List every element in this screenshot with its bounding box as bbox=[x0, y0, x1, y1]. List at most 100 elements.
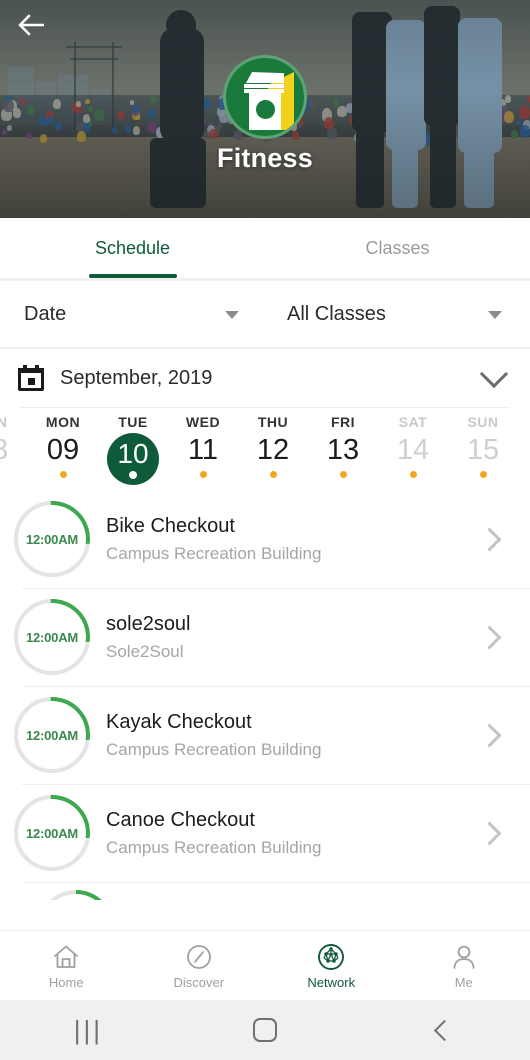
app-root: {} bbox=[0, 0, 530, 1060]
chevron-down-icon bbox=[479, 359, 509, 389]
home-square-icon bbox=[253, 1018, 277, 1042]
list-item[interactable]: 12:00AM sole2soul Sole2Soul bbox=[0, 588, 530, 686]
logo-hole bbox=[256, 100, 275, 119]
tab-bar: Schedule Classes bbox=[0, 218, 530, 278]
filter-classes[interactable]: All Classes bbox=[267, 281, 530, 347]
day-cell-09[interactable]: MON 09 bbox=[28, 414, 98, 478]
filter-date[interactable]: Date bbox=[0, 281, 267, 347]
day-event-dot bbox=[409, 471, 417, 478]
day-cell-15[interactable]: SUN 15 bbox=[448, 414, 518, 478]
month-selector[interactable]: September, 2019 bbox=[0, 349, 530, 407]
nav-item-me[interactable]: Me bbox=[398, 931, 530, 1000]
item-location: Campus Recreation Building bbox=[106, 543, 322, 563]
chevron-down-icon bbox=[488, 311, 502, 319]
back-chevron-icon bbox=[433, 1019, 455, 1041]
item-text: sole2soul Sole2Soul bbox=[106, 613, 481, 662]
app-logo-icon bbox=[223, 55, 307, 139]
day-event-dot bbox=[129, 470, 137, 479]
time-ring: 12:00AM bbox=[14, 599, 90, 675]
day-of-week: SAT bbox=[398, 414, 428, 430]
nav-label: Discover bbox=[173, 974, 225, 990]
day-of-week: SUN bbox=[467, 414, 499, 430]
tab-schedule-label: Schedule bbox=[94, 237, 171, 258]
day-number: 14 bbox=[396, 434, 430, 466]
day-cell-14[interactable]: SAT 14 bbox=[378, 414, 448, 478]
tab-classes-label: Classes bbox=[365, 237, 430, 258]
list-item[interactable]: 12:00AM Bike Checkout Campus Recreation … bbox=[0, 490, 530, 588]
day-of-week: TUE bbox=[118, 414, 148, 430]
nav-label: Network bbox=[307, 974, 356, 990]
date-strip[interactable]: SUN 08 MON 09 TUE 10 WED 11 THU 12 FRI bbox=[0, 408, 530, 490]
day-of-week: FRI bbox=[330, 414, 356, 430]
arrow-left-icon bbox=[18, 14, 44, 36]
nav-item-network[interactable]: Network bbox=[265, 931, 398, 1000]
day-cell-10[interactable]: TUE 10 bbox=[98, 414, 168, 485]
recents-icon: ||| bbox=[73, 1014, 103, 1045]
item-title: Bike Checkout bbox=[106, 514, 235, 537]
bottom-navigation: Home Discover Network Me bbox=[0, 930, 530, 1000]
day-number: 08 bbox=[0, 434, 9, 465]
day-cell-13[interactable]: FRI 13 bbox=[308, 414, 378, 478]
day-of-week: SUN bbox=[0, 414, 8, 430]
logo-band bbox=[244, 84, 284, 88]
time-ring: 12:00AM bbox=[14, 697, 90, 773]
item-text: Kayak Checkout Campus Recreation Buildin… bbox=[106, 711, 481, 760]
selected-day-circle: 10 bbox=[107, 433, 159, 485]
recents-button[interactable]: ||| bbox=[0, 1015, 177, 1046]
day-number: 12 bbox=[256, 434, 290, 466]
month-label: September, 2019 bbox=[60, 366, 213, 389]
tab-schedule[interactable]: Schedule bbox=[0, 218, 265, 278]
filter-date-label: Date bbox=[24, 302, 67, 325]
item-title: sole2soul bbox=[106, 612, 191, 635]
time-ring: 12:00AM bbox=[14, 501, 90, 577]
list-item[interactable]: 12:00AM Kayak Checkout Campus Recreation… bbox=[0, 686, 530, 784]
day-number: 13 bbox=[326, 434, 360, 466]
chevron-right-icon bbox=[477, 526, 502, 552]
person-icon bbox=[450, 942, 478, 972]
day-event-dot bbox=[199, 471, 207, 478]
home-button[interactable] bbox=[177, 1018, 354, 1042]
day-of-week: MON bbox=[45, 414, 81, 430]
chevron-right-icon bbox=[477, 624, 502, 650]
filter-bar: Date All Classes bbox=[0, 281, 530, 347]
back-button[interactable] bbox=[14, 8, 48, 42]
nav-label: Home bbox=[48, 974, 84, 990]
page-title: Fitness bbox=[217, 143, 313, 173]
day-number: 15 bbox=[466, 434, 500, 466]
list-item-partial[interactable] bbox=[0, 882, 530, 900]
android-system-bar: ||| bbox=[0, 1000, 530, 1060]
home-icon bbox=[52, 942, 80, 972]
nav-item-home[interactable]: Home bbox=[0, 931, 133, 1000]
network-icon bbox=[316, 942, 346, 972]
item-text: Canoe Checkout Campus Recreation Buildin… bbox=[106, 809, 481, 858]
day-event-dot bbox=[269, 471, 277, 478]
chevron-down-icon bbox=[225, 311, 239, 319]
logo-roof bbox=[246, 72, 284, 83]
tab-classes[interactable]: Classes bbox=[265, 218, 530, 278]
nav-item-discover[interactable]: Discover bbox=[133, 931, 266, 1000]
filter-classes-label: All Classes bbox=[287, 302, 386, 325]
list-item[interactable]: 12:00AM Canoe Checkout Campus Recreation… bbox=[0, 784, 530, 882]
day-cell-11[interactable]: WED 11 bbox=[168, 414, 238, 478]
day-of-week: WED bbox=[185, 414, 221, 430]
day-cell-12[interactable]: THU 12 bbox=[238, 414, 308, 478]
chevron-right-icon bbox=[477, 820, 502, 846]
day-event-dot bbox=[59, 471, 67, 478]
day-number: 09 bbox=[46, 434, 80, 466]
chevron-right-icon bbox=[477, 722, 502, 748]
day-cell-08[interactable]: SUN 08 bbox=[0, 414, 28, 465]
hero-banner: {} bbox=[0, 0, 530, 218]
time-ring: 12:00AM bbox=[14, 795, 90, 871]
logo-tower-shape bbox=[244, 72, 286, 130]
item-location: Campus Recreation Building bbox=[106, 739, 322, 759]
item-location: Campus Recreation Building bbox=[106, 837, 322, 857]
ring-progress-arc bbox=[76, 890, 114, 900]
calendar-icon bbox=[18, 365, 44, 391]
back-button-system[interactable] bbox=[353, 1019, 530, 1041]
item-text: Bike Checkout Campus Recreation Building bbox=[106, 515, 481, 564]
compass-icon bbox=[185, 942, 213, 972]
day-event-dot bbox=[339, 471, 347, 478]
item-title: Canoe Checkout bbox=[106, 808, 255, 831]
day-number: 11 bbox=[187, 434, 219, 466]
item-location: Sole2Soul bbox=[106, 641, 184, 661]
